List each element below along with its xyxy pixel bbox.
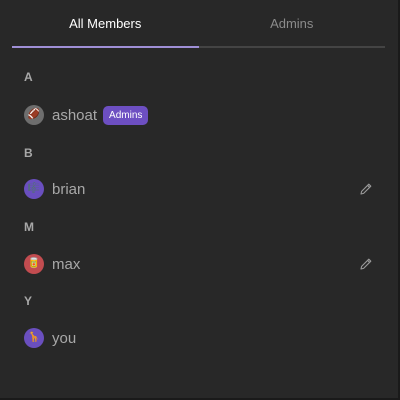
avatar: 🏈 — [24, 105, 44, 125]
avatar: 🦒 — [24, 328, 44, 348]
role-badge: Admins — [103, 105, 149, 125]
tab-admins-label: Admins — [270, 15, 314, 31]
tab-all-members-label: All Members — [69, 15, 142, 31]
member-name: max — [52, 255, 81, 273]
music-notes-icon: 🎼 — [27, 183, 41, 194]
pencil-icon[interactable] — [358, 181, 374, 197]
can-icon: 🥫 — [27, 258, 41, 269]
member-list-panel: All Members Admins A 🏈 ashoat Admins B 🎼… — [0, 0, 400, 400]
section-header-m: M — [24, 220, 34, 234]
member-name: brian — [52, 180, 86, 198]
member-row-you[interactable]: 🦒 you — [24, 327, 376, 349]
member-row-max[interactable]: 🥫 max — [24, 253, 376, 275]
tab-all-members[interactable]: All Members — [12, 0, 199, 48]
member-name: you — [52, 329, 77, 347]
section-header-y: Y — [24, 294, 33, 308]
tab-admins[interactable]: Admins — [198, 0, 385, 48]
avatar: 🎼 — [24, 179, 44, 199]
football-icon: 🏈 — [27, 109, 41, 120]
section-header-a: A — [24, 70, 33, 84]
pencil-icon[interactable] — [358, 256, 374, 272]
member-row-ashoat[interactable]: 🏈 ashoat Admins — [24, 104, 376, 126]
member-tabs: All Members Admins — [12, 0, 385, 48]
giraffe-icon: 🦒 — [27, 332, 41, 343]
member-name: ashoat — [52, 106, 98, 124]
avatar: 🥫 — [24, 254, 44, 274]
section-header-b: B — [24, 146, 33, 160]
member-row-brian[interactable]: 🎼 brian — [24, 178, 376, 200]
